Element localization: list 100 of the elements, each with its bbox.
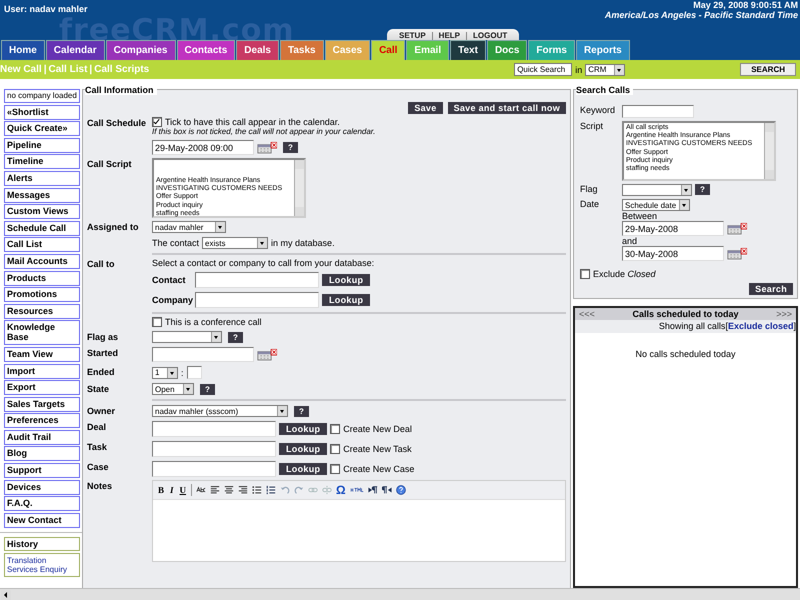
scrollbar[interactable]: [294, 160, 304, 216]
calendar-icon[interactable]: [727, 248, 747, 260]
top-link[interactable]: SETUP: [399, 31, 426, 40]
lookup-button[interactable]: Lookup: [322, 274, 370, 286]
lookup-field[interactable]: [152, 421, 276, 437]
sidebar-item[interactable]: Devices: [4, 480, 80, 495]
sidebar-item[interactable]: Promotions: [4, 287, 80, 302]
sidebar-item[interactable]: «Shortlist: [4, 104, 80, 120]
history-link[interactable]: Translation Services Enquiry: [7, 556, 77, 574]
sidebar-item[interactable]: Blog: [4, 446, 80, 462]
lookup-button[interactable]: Lookup: [279, 463, 328, 475]
nav-tab[interactable]: Contacts: [176, 40, 236, 60]
lookup-field[interactable]: [195, 272, 319, 288]
sidebar-item[interactable]: Support: [4, 463, 80, 478]
top-link[interactable]: LOGOUT: [473, 31, 508, 40]
sidebar-item[interactable]: Audit Trail: [4, 430, 80, 445]
format-button[interactable]: I: [169, 485, 175, 495]
keyword-field[interactable]: [622, 105, 694, 118]
top-link[interactable]: HELP: [438, 31, 460, 40]
sidebar-item[interactable]: New Contact: [4, 512, 80, 528]
help-button[interactable]: ?: [294, 406, 309, 416]
lookup-button[interactable]: Lookup: [279, 443, 328, 455]
special-character-button[interactable]: Ω: [336, 483, 346, 497]
nav-tab[interactable]: Companies: [106, 40, 176, 60]
sidebar-item[interactable]: Team View: [4, 346, 80, 362]
contact-exists-dropdown[interactable]: exists: [202, 237, 268, 249]
lookup-button[interactable]: Lookup: [279, 423, 328, 435]
lookup-field[interactable]: [195, 292, 319, 308]
sidebar-item[interactable]: Resources: [4, 304, 80, 319]
scope-dropdown[interactable]: CRM: [585, 64, 626, 76]
date-field[interactable]: 29-May-2008 09:00: [152, 140, 254, 155]
sidebar-item[interactable]: Quick Create»: [4, 121, 80, 136]
text-direction-ltr-icon[interactable]: [368, 485, 378, 495]
exclude-closed-link[interactable]: Exclude closed: [728, 321, 794, 331]
calendar-icon[interactable]: [257, 348, 277, 360]
sidebar-item[interactable]: Export: [4, 380, 80, 396]
bullet-list-icon[interactable]: [252, 485, 262, 495]
save-button[interactable]: Save and start call now: [448, 102, 566, 114]
nav-tab[interactable]: Calendar: [46, 40, 105, 60]
checkbox[interactable]: [330, 464, 340, 474]
lookup-field[interactable]: [152, 461, 276, 477]
calendar-icon[interactable]: [257, 142, 277, 154]
help-button[interactable]: ?: [283, 142, 298, 153]
help-button[interactable]: ?: [695, 184, 710, 195]
assignee-dropdown[interactable]: nadav mahler: [152, 221, 226, 233]
scrollbar[interactable]: [764, 123, 774, 179]
sidebar-item[interactable]: F.A.Q.: [4, 496, 80, 512]
flag-dropdown[interactable]: [152, 331, 222, 343]
previous-link[interactable]: <<<: [579, 309, 595, 319]
sidebar-item[interactable]: Preferences: [4, 413, 80, 428]
text-direction-rtl-icon[interactable]: [382, 485, 392, 495]
help-icon[interactable]: [396, 485, 406, 495]
date-field[interactable]: [152, 347, 254, 362]
search-button[interactable]: SEARCH: [740, 63, 796, 76]
notes-editor[interactable]: B I U Ω: [152, 480, 566, 562]
format-button[interactable]: U: [178, 485, 188, 495]
minute-field[interactable]: [186, 366, 202, 379]
search-button[interactable]: Search: [749, 283, 793, 295]
sidebar-item[interactable]: Pipeline: [4, 138, 80, 153]
sidebar-item[interactable]: Mail Accounts: [4, 254, 80, 269]
date-field[interactable]: 30-May-2008: [622, 246, 724, 261]
align-right-icon[interactable]: [238, 485, 248, 495]
sidebar-item[interactable]: Products: [4, 270, 80, 286]
sidebar-item[interactable]: Import: [4, 364, 80, 378]
sidebar-item[interactable]: Messages: [4, 188, 80, 203]
help-button[interactable]: ?: [228, 332, 243, 342]
flag-dropdown[interactable]: [622, 184, 692, 196]
sidebar-item[interactable]: Alerts: [4, 170, 80, 186]
numbered-list-icon[interactable]: [266, 485, 276, 495]
spellcheck-icon[interactable]: [196, 485, 206, 495]
owner-dropdown[interactable]: nadav mahler (ssscom): [152, 405, 288, 417]
checkbox[interactable]: [152, 317, 162, 327]
state-dropdown[interactable]: Open: [152, 383, 194, 395]
checkbox[interactable]: [580, 269, 590, 279]
nav-tab[interactable]: Deals: [236, 40, 279, 60]
sidebar-item[interactable]: Knowledge Base: [4, 320, 80, 346]
checkbox[interactable]: [330, 424, 340, 434]
html-source-icon[interactable]: [350, 485, 364, 495]
sidebar-item[interactable]: Call List: [4, 237, 80, 252]
nav-tab[interactable]: Reports: [576, 40, 630, 60]
save-button[interactable]: Save: [408, 102, 443, 114]
hour-dropdown[interactable]: 1: [152, 366, 178, 378]
checkbox[interactable]: [330, 444, 340, 454]
lookup-button[interactable]: Lookup: [322, 294, 370, 306]
align-left-icon[interactable]: [210, 485, 220, 495]
sidebar-item[interactable]: Schedule Call: [4, 220, 80, 236]
next-link[interactable]: >>>: [776, 309, 792, 319]
sidebar-item[interactable]: Custom Views: [4, 204, 80, 220]
lookup-field[interactable]: [152, 441, 276, 457]
sidebar-item[interactable]: Sales Targets: [4, 396, 80, 412]
date-field[interactable]: 29-May-2008: [622, 221, 724, 236]
nav-tab[interactable]: Docs: [486, 40, 528, 60]
sidebar-item[interactable]: Timeline: [4, 154, 80, 170]
align-center-icon[interactable]: [224, 485, 234, 495]
checkbox[interactable]: [152, 117, 162, 127]
format-button[interactable]: B: [157, 485, 166, 495]
calendar-icon[interactable]: [727, 222, 747, 234]
date-type-dropdown[interactable]: Schedule date: [622, 199, 690, 211]
horizontal-scrollbar[interactable]: [0, 588, 800, 600]
help-button[interactable]: ?: [200, 384, 215, 394]
